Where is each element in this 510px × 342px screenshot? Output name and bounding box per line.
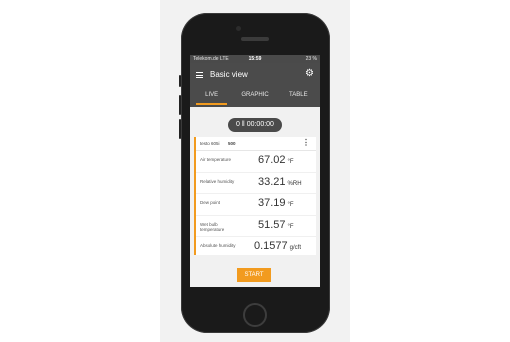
- reading-value: 0.1577 g/cft: [254, 240, 301, 252]
- app-bar: Basic view ⚙: [190, 63, 320, 87]
- battery-label: 23 %: [305, 56, 317, 62]
- reading-value: 67.02 °F: [258, 154, 294, 166]
- front-camera: [236, 26, 241, 31]
- tab-table[interactable]: TABLE: [277, 87, 320, 107]
- reading-row-wet-bulb-temperature: Wet bulb temperature 51.57 °F: [196, 216, 316, 237]
- home-button[interactable]: [243, 303, 267, 327]
- reading-label: Absolute humidity: [200, 243, 236, 248]
- probe-card-header: testo 605i 500 ⋮: [196, 137, 316, 151]
- reading-label: Wet bulb temperature: [200, 221, 225, 232]
- start-button[interactable]: START: [237, 268, 271, 282]
- reading-row-air-temperature: Air temperature 67.02 °F: [196, 151, 316, 173]
- reading-row-absolute-humidity: Absolute humidity 0.1577 g/cft: [196, 237, 316, 258]
- reading-value: 33.21 %RH: [258, 176, 302, 188]
- reading-number: 0.1577: [254, 240, 288, 252]
- hamburger-menu-icon[interactable]: [196, 72, 203, 78]
- device-name: testo 605i: [200, 141, 220, 146]
- gear-icon[interactable]: ⚙: [305, 69, 314, 79]
- volume-down-button: [179, 119, 181, 139]
- status-bar: Telekom.de LTE 15:59 23 %: [190, 55, 320, 63]
- phone-screen: Telekom.de LTE 15:59 23 % Basic view ⚙ L…: [190, 55, 320, 287]
- reading-unit: %RH: [287, 180, 302, 187]
- reading-number: 37.19: [258, 197, 286, 209]
- clock: 15:59: [248, 56, 262, 62]
- reading-label: Dew point: [200, 200, 221, 205]
- reading-number: 33.21: [258, 175, 286, 188]
- tab-graphic[interactable]: GRAPHIC: [233, 87, 276, 107]
- reading-unit: °F: [287, 202, 294, 208]
- reading-unit: °F: [287, 159, 294, 165]
- mute-switch: [179, 75, 181, 87]
- more-vertical-icon[interactable]: ⋮: [302, 139, 310, 147]
- reading-value: 51.57 °F: [258, 219, 294, 231]
- earpiece-speaker: [241, 37, 269, 41]
- reading-value: 37.19 °F: [258, 197, 294, 209]
- reading-label: Relative humidity: [200, 178, 235, 184]
- volume-up-button: [179, 95, 181, 115]
- probe-card: testo 605i 500 ⋮ Air temperature 67.02 °F…: [194, 137, 316, 255]
- reading-row-dew-point: Dew point 37.19 °F: [196, 194, 316, 216]
- reading-number: 51.57: [258, 218, 286, 231]
- tab-live[interactable]: LIVE: [190, 87, 233, 107]
- tab-bar: LIVE GRAPHIC TABLE: [190, 87, 320, 107]
- device-serial: 500: [228, 141, 236, 146]
- reading-unit: g/cft: [289, 245, 301, 251]
- reading-row-relative-humidity: Relative humidity 33.21 %RH: [196, 173, 316, 194]
- page-title: Basic view: [210, 70, 248, 79]
- reading-label: Air temperature: [200, 157, 232, 162]
- reading-number: 67.02: [258, 154, 286, 166]
- measurement-timer: 0 ‖ 00:00:00: [228, 118, 282, 132]
- reading-unit: °F: [287, 223, 294, 230]
